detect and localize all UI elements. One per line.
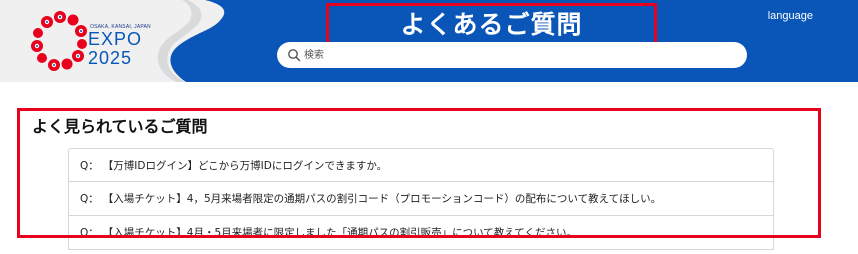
myaku-myaku-icon [31,11,87,71]
search-input[interactable] [304,44,734,66]
search-box[interactable] [277,42,747,68]
search-icon [288,49,301,62]
question-text: 【入場チケット】4月・5月来場者に限定しました「通期パスの割引販売」について教え… [102,227,577,239]
question-text: 【万博IDログイン】どこから万博IDにログインできますか。 [102,159,388,172]
question-prefix: Q： [80,159,99,172]
question-text: 【入場チケット】4，5月来場者限定の通期パスの割引コード（プロモーションコード）… [102,193,662,205]
logo-expo-text: EXPO [88,29,143,49]
faq-section-heading: よく見られているご質問 [32,117,208,136]
logo-year-text: 2025 [88,48,133,68]
site-header: OSAKA, KANSAI, JAPAN EXPO 2025 よくあるご質問 l… [0,0,858,82]
faq-item[interactable]: Q： 【万博IDログイン】どこから万博IDにログインできますか。 [68,148,774,182]
page-title: よくあるご質問 [326,3,657,47]
question-prefix: Q： [80,193,99,205]
faq-list: Q： 【万博IDログイン】どこから万博IDにログインできますか。 Q： 【入場チ… [68,148,774,250]
faq-item[interactable]: Q： 【入場チケット】4月・5月来場者に限定しました「通期パスの割引販売」につい… [68,216,774,250]
expo-2025-logo[interactable]: OSAKA, KANSAI, JAPAN EXPO 2025 [30,8,160,76]
question-prefix: Q： [80,227,99,239]
language-menu-link[interactable]: language [768,10,813,22]
faq-item[interactable]: Q： 【入場チケット】4，5月来場者限定の通期パスの割引コード（プロモーションコ… [68,182,774,216]
